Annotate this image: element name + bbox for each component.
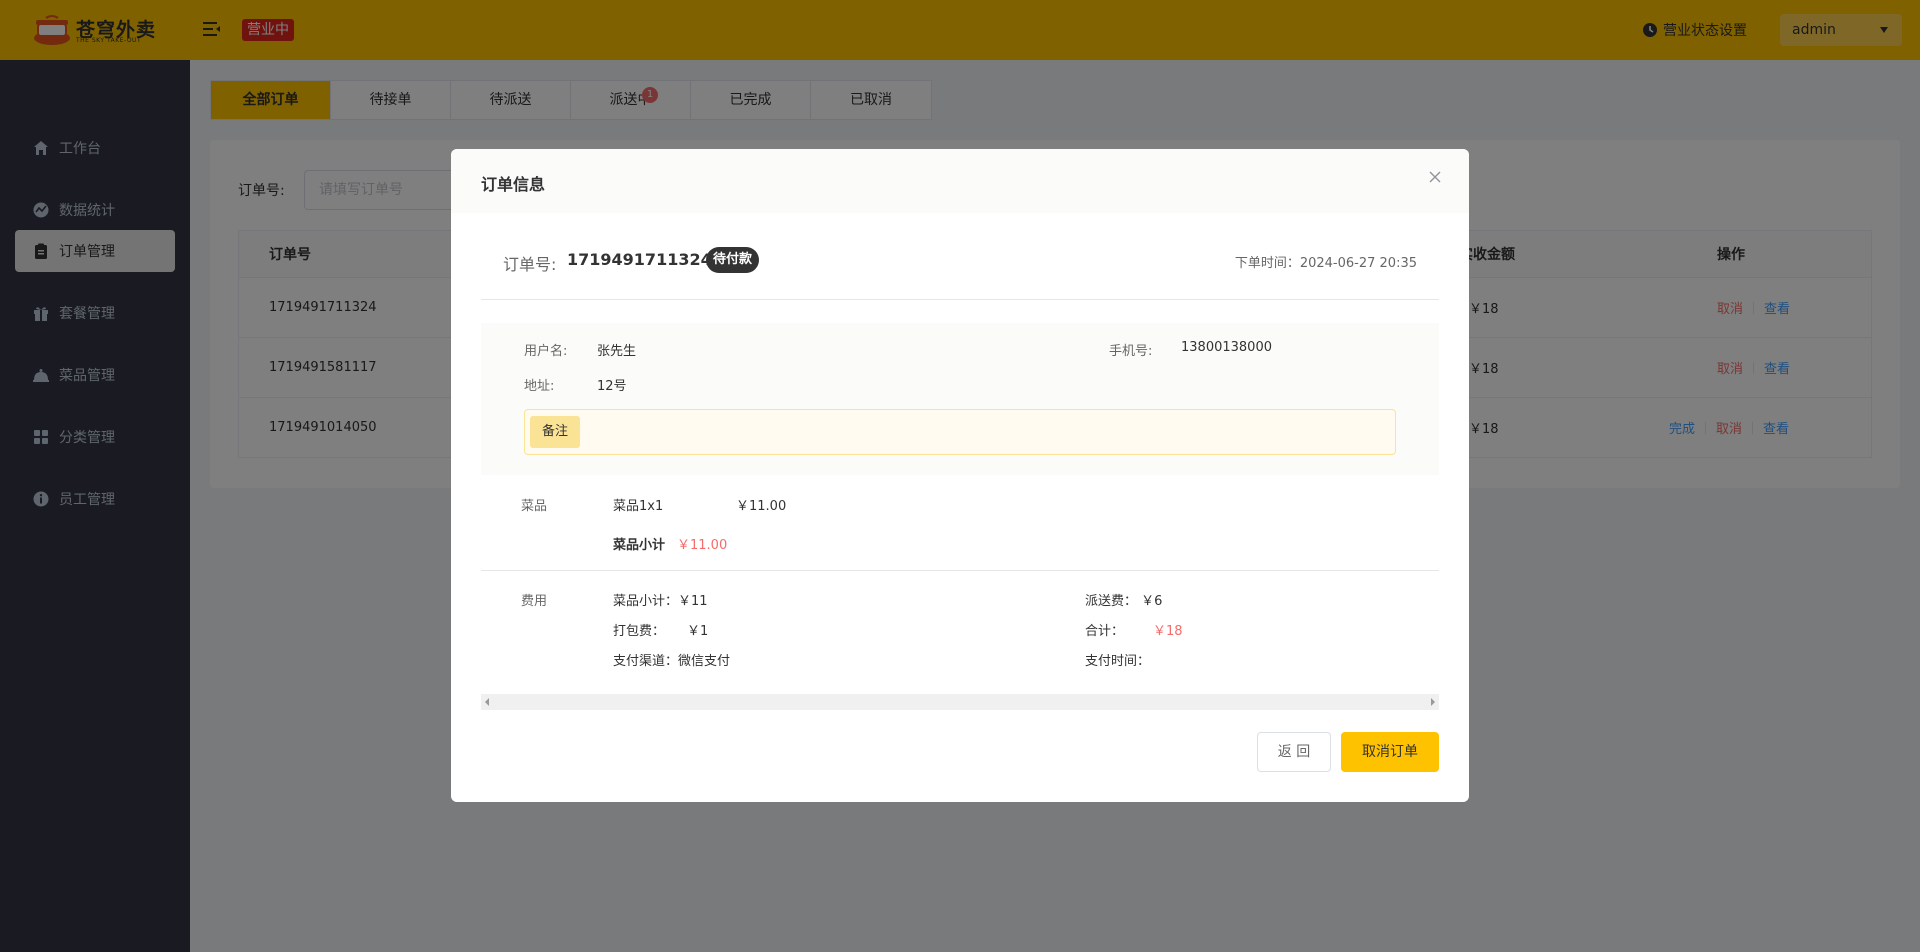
scroll-left-icon[interactable] (485, 698, 489, 706)
order-time: 下单时间：2024-06-27 20:35 (1234, 256, 1417, 271)
back-button[interactable]: 返 回 (1257, 732, 1331, 772)
fee-delivery: 派送费： ￥6 (1085, 594, 1163, 609)
username-label: 用户名: (524, 344, 568, 359)
dish-name: 菜品1x1 (613, 499, 664, 514)
order-number-value: 1719491711324 (567, 250, 712, 269)
customer-info-section: 用户名: 张先生 手机号: 13800138000 地址: 12号 备注 (481, 323, 1439, 475)
remark-box: 备注 (524, 409, 1396, 455)
fee-dish-subtotal: 菜品小计：￥11 (613, 594, 708, 609)
pay-time: 支付时间： (1085, 654, 1151, 669)
phone-value: 13800138000 (1181, 340, 1272, 355)
dish-subtotal-label: 菜品小计 (613, 538, 666, 553)
address-value: 12号 (597, 379, 627, 394)
pay-channel: 支付渠道：微信支付 (613, 654, 731, 669)
divider (481, 299, 1439, 300)
fees-section-label: 费用 (521, 594, 548, 609)
order-number-label: 订单号: (503, 255, 557, 274)
dialog-header: 订单信息 (451, 149, 1469, 213)
divider (481, 570, 1439, 571)
dish-subtotal-value: ￥11.00 (677, 538, 728, 553)
fee-package-label: 打包费： (613, 624, 666, 639)
fee-total-label: 合计： (1085, 624, 1125, 639)
dish-price: ￥11.00 (736, 499, 787, 514)
cancel-order-button[interactable]: 取消订单 (1341, 732, 1439, 772)
username-value: 张先生 (597, 344, 637, 359)
close-icon[interactable] (1427, 169, 1443, 185)
address-label: 地址: (524, 379, 555, 394)
order-status-badge: 待付款 (706, 247, 760, 273)
fee-package-value: ￥1 (687, 624, 709, 639)
horizontal-scrollbar[interactable] (481, 694, 1439, 710)
phone-label: 手机号: (1109, 344, 1153, 359)
order-info-dialog: 订单信息 订单号: 1719491711324 待付款 下单时间：2024-06… (451, 149, 1469, 802)
dishes-section-label: 菜品 (521, 499, 548, 514)
scroll-right-icon[interactable] (1431, 698, 1435, 706)
fee-total-value: ￥18 (1153, 624, 1183, 639)
dialog-title: 订单信息 (481, 175, 546, 194)
remark-label: 备注 (530, 416, 581, 448)
